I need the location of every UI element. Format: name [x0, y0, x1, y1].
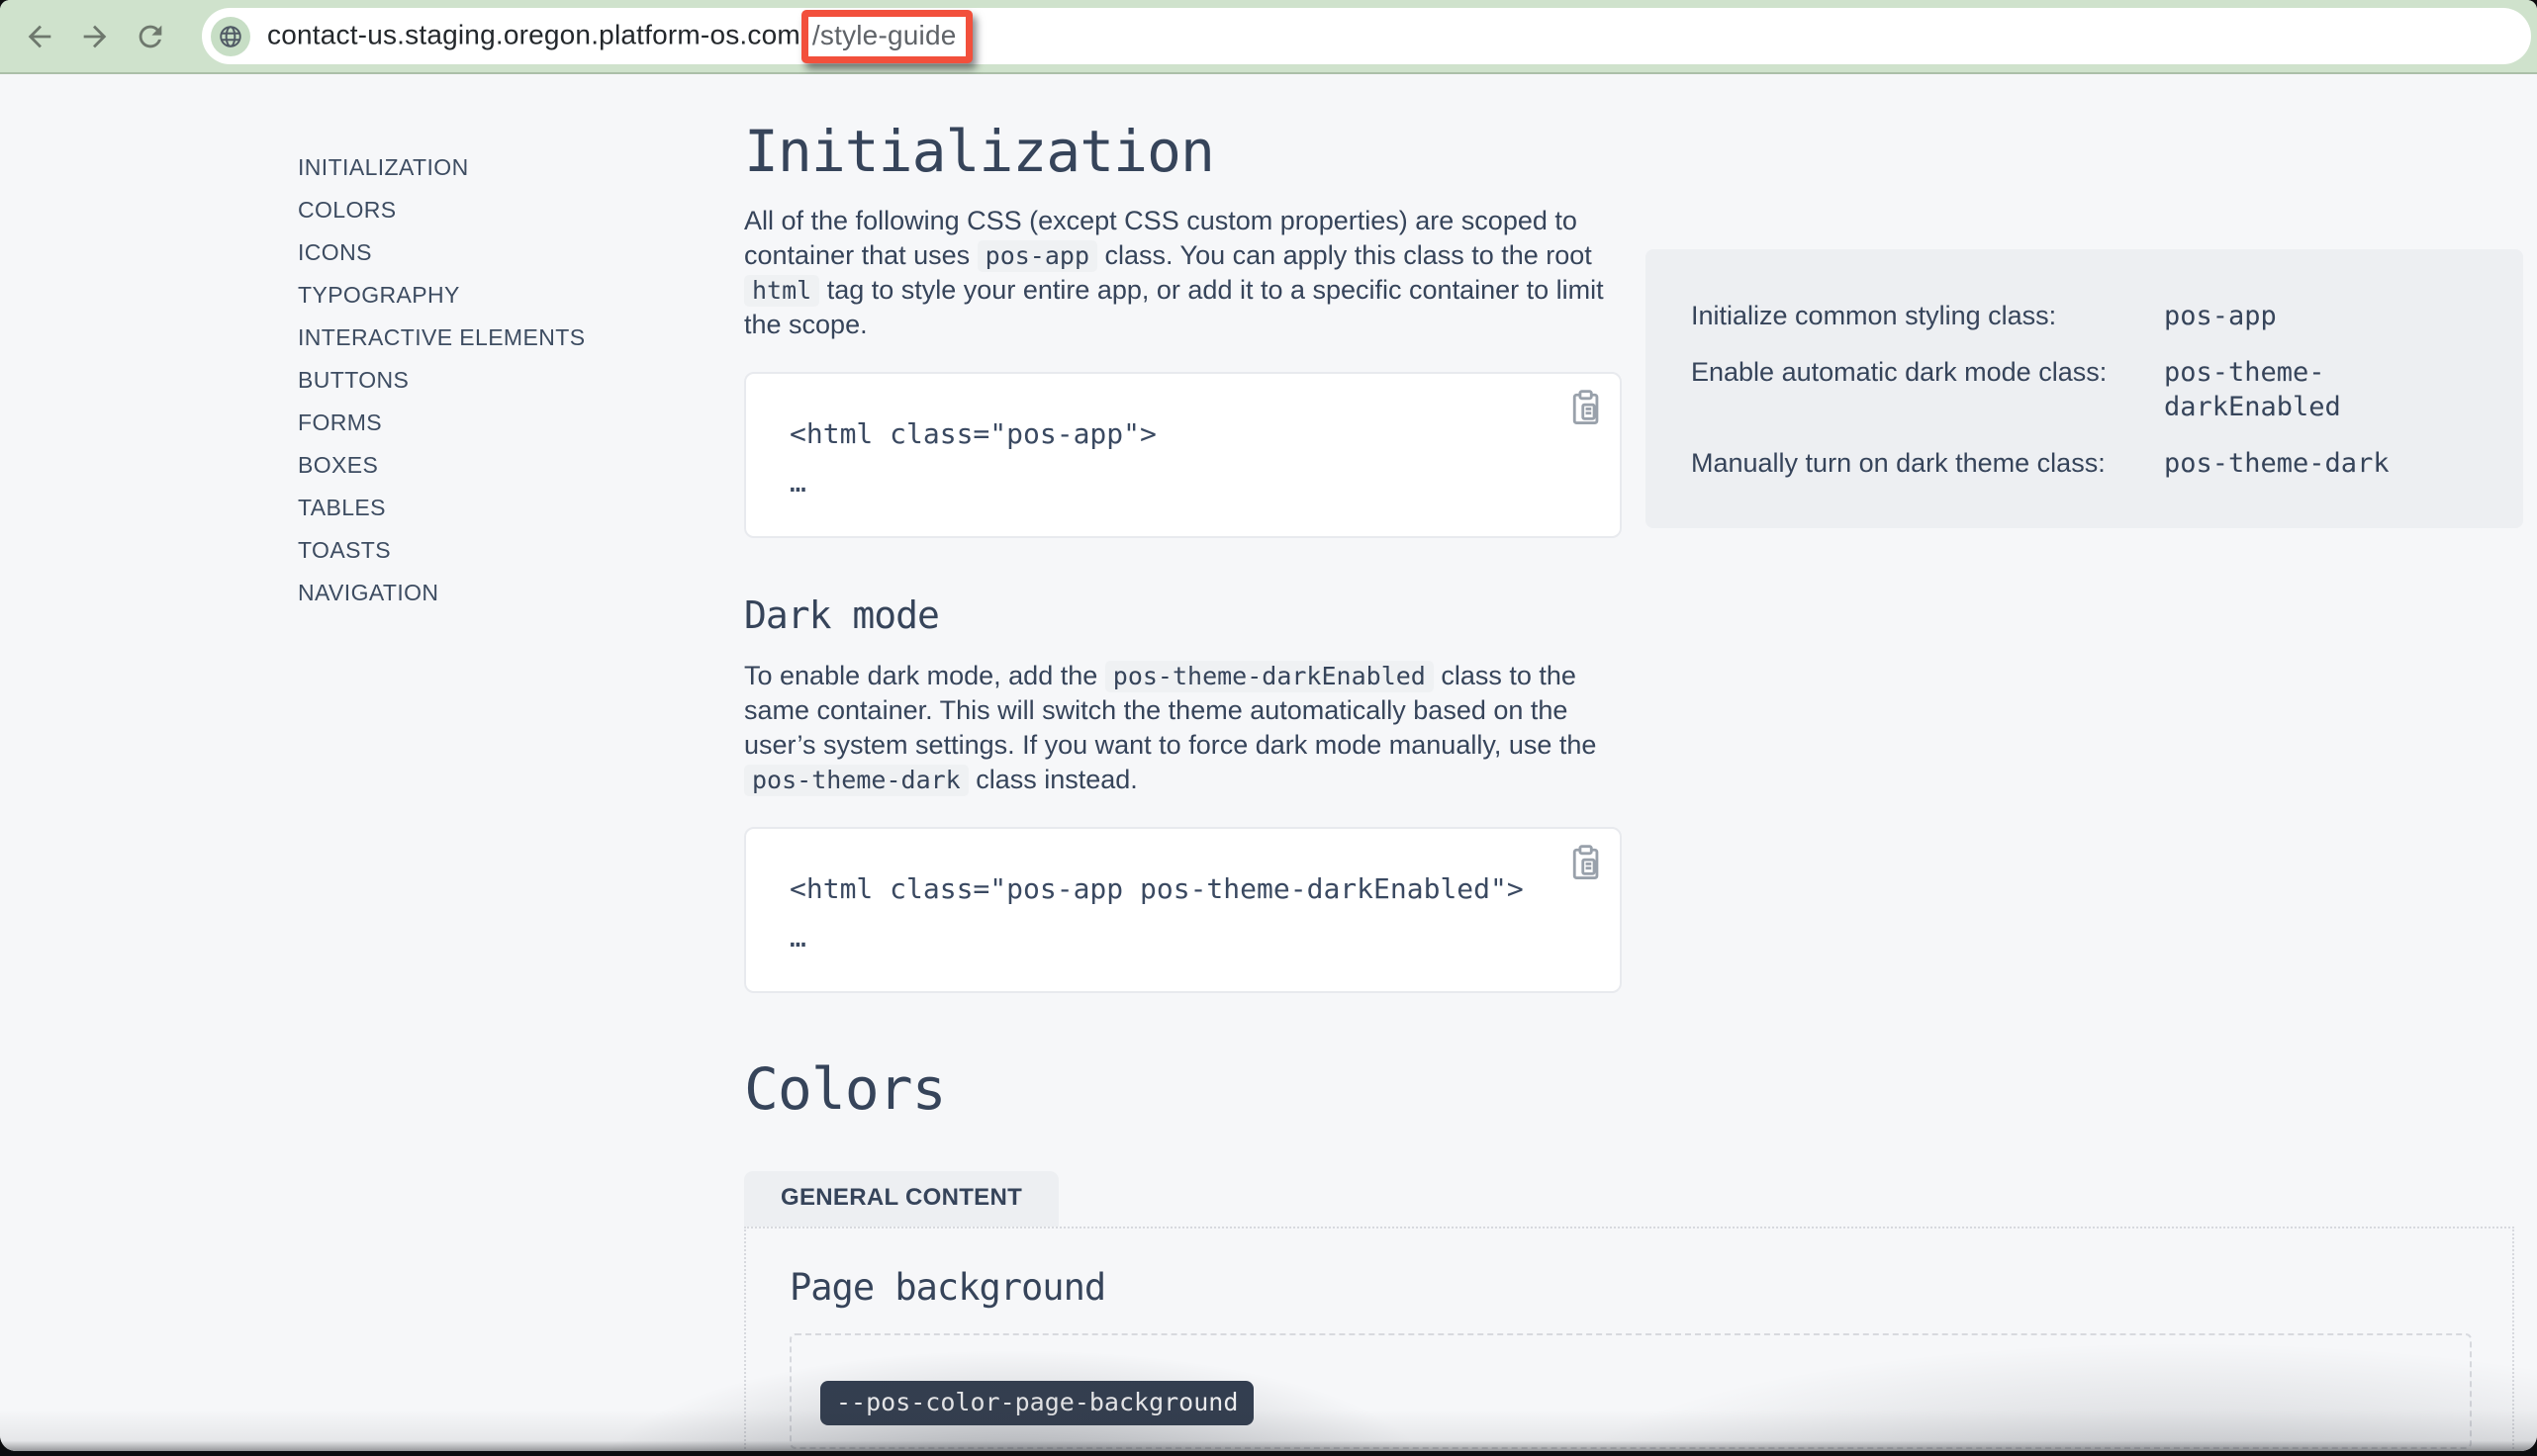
code-block-dark-enabled: <html class="pos-app pos-theme-darkEnabl… [744, 827, 1622, 993]
inline-code-pos-theme-dark: pos-theme-dark [744, 765, 969, 796]
forward-arrow-icon [78, 20, 112, 53]
sidebar-item-initialization[interactable]: INITIALIZATION [298, 146, 585, 189]
refresh-button[interactable] [123, 9, 178, 64]
globe-icon [218, 24, 243, 49]
annotation-highlight-box: /style-guide [801, 10, 973, 63]
code-line: <html class="pos-app pos-theme-darkEnabl… [790, 872, 1576, 905]
code-line-ellipsis: … [790, 921, 1576, 954]
css-variable-chip: --pos-color-page-background [820, 1381, 1254, 1425]
inline-code-html: html [744, 275, 819, 307]
clipboard-copy-icon [1570, 389, 1604, 426]
url-text: contact-us.staging.oregon.platform-os.co… [267, 10, 973, 63]
sidebar-item-interactive-elements[interactable]: INTERACTIVE ELEMENTS [298, 317, 585, 359]
browser-window: contact-us.staging.oregon.platform-os.co… [0, 0, 2537, 1451]
styleguide-sidebar: INITIALIZATION COLORS ICONS TYPOGRAPHY I… [298, 146, 585, 614]
code-line: <html class="pos-app"> [790, 417, 1576, 450]
initialization-intro: All of the following CSS (except CSS cus… [744, 204, 1620, 342]
back-arrow-icon [23, 20, 56, 53]
site-favicon [211, 17, 250, 56]
inline-code-pos-app: pos-app [978, 240, 1097, 272]
browser-toolbar: contact-us.staging.oregon.platform-os.co… [0, 0, 2537, 74]
url-path: /style-guide [812, 20, 957, 50]
tab-general-content[interactable]: GENERAL CONTENT [744, 1171, 1059, 1227]
forward-button[interactable] [67, 9, 123, 64]
summary-value: pos-app [2164, 299, 2493, 333]
summary-value: pos-theme- darkEnabled [2164, 355, 2493, 424]
colors-title: Colors [744, 1058, 2521, 1120]
sidebar-item-toasts[interactable]: TOASTS [298, 529, 585, 572]
summary-label: Enable automatic dark mode class: [1691, 355, 2164, 424]
sidebar-item-buttons[interactable]: BUTTONS [298, 359, 585, 402]
sidebar-item-typography[interactable]: TYPOGRAPHY [298, 274, 585, 317]
colors-section: Colors GENERAL CONTENT Page background -… [744, 1058, 2521, 1451]
colors-tab-panel: Page background --pos-color-page-backgro… [744, 1227, 2514, 1451]
sidebar-item-boxes[interactable]: BOXES [298, 444, 585, 487]
code-line-ellipsis: … [790, 466, 1576, 499]
sidebar-item-navigation[interactable]: NAVIGATION [298, 572, 585, 614]
dark-mode-title: Dark mode [744, 593, 2521, 637]
initialization-title: Initialization [744, 121, 2521, 182]
intro-text-3: tag to style your entire app, or add it … [744, 275, 1604, 339]
dark-mode-section: Dark mode To enable dark mode, add the p… [744, 593, 2521, 993]
sidebar-item-colors[interactable]: COLORS [298, 189, 585, 231]
color-swatch-box: --pos-color-page-background [790, 1333, 2472, 1449]
darkmode-text-1: To enable dark mode, add the [744, 661, 1105, 690]
sidebar-item-tables[interactable]: TABLES [298, 487, 585, 529]
sidebar-item-forms[interactable]: FORMS [298, 402, 585, 444]
inline-code-pos-theme-darkenabled: pos-theme-darkEnabled [1105, 661, 1434, 692]
address-bar[interactable]: contact-us.staging.oregon.platform-os.co… [202, 8, 2531, 64]
sidebar-list: INITIALIZATION COLORS ICONS TYPOGRAPHY I… [298, 146, 585, 614]
url-host: contact-us.staging.oregon.platform-os.co… [267, 19, 800, 49]
summary-label: Manually turn on dark theme class: [1691, 446, 2164, 481]
code-block-pos-app: <html class="pos-app"> … [744, 372, 1622, 538]
copy-button[interactable] [1567, 386, 1607, 429]
copy-button[interactable] [1567, 841, 1607, 884]
intro-text-2: class. You can apply this class to the r… [1097, 240, 1592, 270]
sidebar-item-icons[interactable]: ICONS [298, 231, 585, 274]
darkmode-text-3: class instead. [969, 765, 1138, 794]
summary-value: pos-theme-dark [2164, 446, 2493, 481]
page-background-title: Page background [790, 1266, 2512, 1309]
refresh-icon [134, 20, 167, 53]
page-content: INITIALIZATION COLORS ICONS TYPOGRAPHY I… [0, 74, 2537, 1451]
back-button[interactable] [12, 9, 67, 64]
clipboard-copy-icon [1570, 844, 1604, 881]
dark-mode-paragraph: To enable dark mode, add the pos-theme-d… [744, 659, 1620, 797]
initialization-summary-panel: Initialize common styling class: pos-app… [1645, 249, 2523, 528]
summary-label: Initialize common styling class: [1691, 299, 2164, 333]
